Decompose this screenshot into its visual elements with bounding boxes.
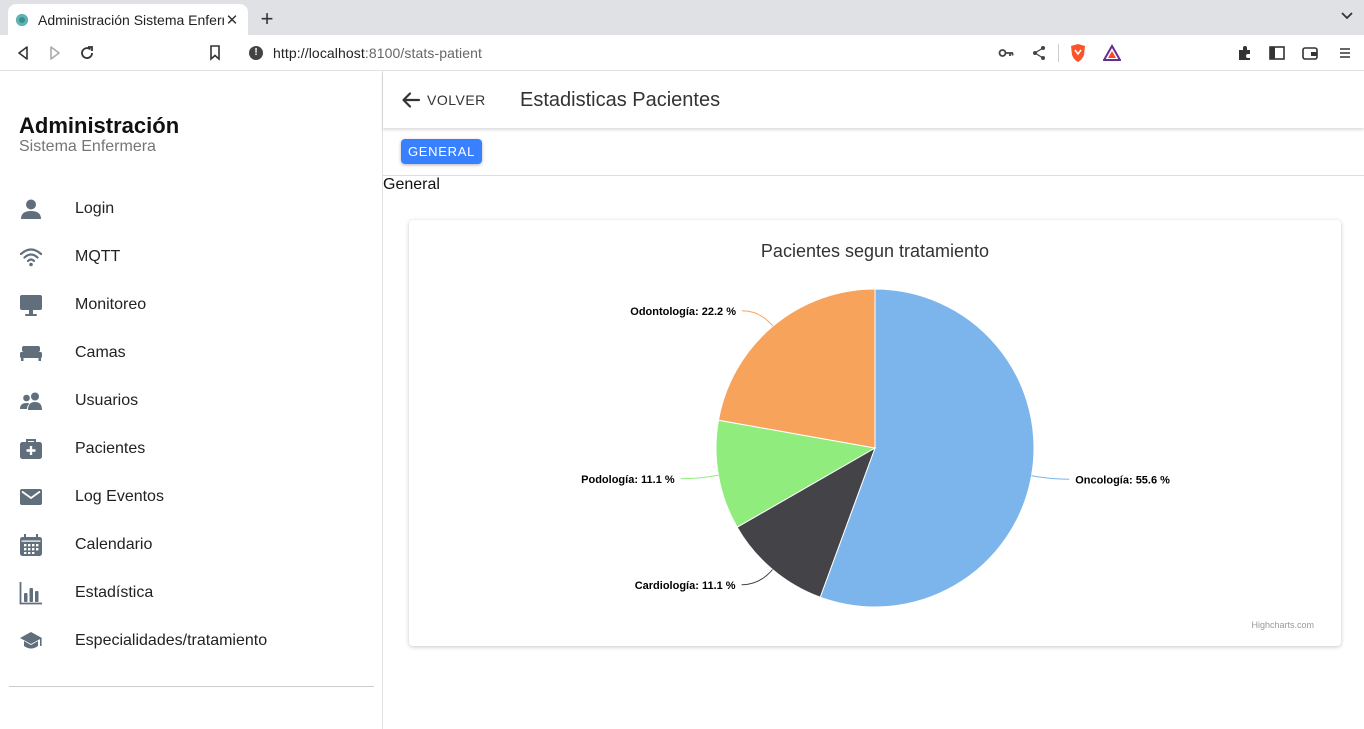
sidebar-item-label: MQTT: [75, 248, 121, 265]
chart-title: Pacientes segun tratamiento: [761, 241, 989, 261]
browser-toolbar: ! http://localhost:8100/stats-patient: [0, 35, 1364, 71]
person-icon: [21, 199, 41, 219]
sidebar-item-usuarios[interactable]: Usuarios: [0, 377, 382, 425]
connector-oncologia: [1031, 475, 1070, 480]
sidebar-item-pacientes[interactable]: Pacientes: [0, 425, 382, 473]
chart-credits[interactable]: Highcharts.com: [1251, 620, 1314, 630]
stats-chart-icon: [19, 582, 42, 605]
bookmark-icon[interactable]: [205, 43, 225, 63]
pie-chart: Pacientes segun tratamiento Oncología: 5…: [581, 241, 1314, 630]
brave-shields-icon[interactable]: [1069, 43, 1087, 68]
page-header: VOLVER Estadisticas Pacientes: [383, 71, 1364, 128]
sidebar-item-mqtt[interactable]: MQTT: [0, 233, 382, 281]
address-bar[interactable]: ! http://localhost:8100/stats-patient: [238, 38, 1130, 68]
sidebar-item-camas[interactable]: Camas: [0, 329, 382, 377]
menu-icon[interactable]: [1335, 43, 1355, 63]
section-label: General: [383, 176, 440, 193]
side-menu: Administración Sistema Enfermera Login M…: [0, 71, 383, 729]
menu-title: Administración: [19, 113, 180, 138]
sidebar-item-estadistica[interactable]: Estadística: [0, 569, 382, 617]
sidebar-item-log-eventos[interactable]: Log Eventos: [0, 473, 382, 521]
forward-nav-icon[interactable]: [45, 43, 65, 63]
wifi-icon: [19, 248, 43, 267]
browser-tabstrip: Administración Sistema Enfermera ✕ +: [0, 0, 1364, 35]
sidebar-item-monitoreo[interactable]: Monitoreo: [0, 281, 382, 329]
back-button[interactable]: VOLVER: [401, 88, 486, 112]
reload-icon[interactable]: [77, 43, 97, 63]
close-tab-icon[interactable]: ✕: [224, 11, 240, 29]
browser-tab[interactable]: Administración Sistema Enfermera ✕: [8, 4, 248, 35]
sidebar-item-label: Monitoreo: [75, 296, 147, 313]
sidebar-item-label: Usuarios: [75, 392, 139, 409]
sidebar-item-label: Especialidades/tratamiento: [75, 632, 268, 649]
medkit-icon: [20, 439, 42, 459]
new-tab-button[interactable]: +: [256, 6, 278, 32]
back-nav-icon[interactable]: [13, 43, 33, 63]
segment-toolbar: GENERAL: [383, 128, 1364, 176]
data-label-podologia: Podología: 11.1 %: [581, 474, 675, 486]
sidebar-item-label: Calendario: [75, 536, 153, 553]
wallet-icon[interactable]: [1300, 43, 1320, 63]
mail-icon: [20, 489, 42, 505]
data-label-cardiologia: Cardiología: 11.1 %: [635, 580, 736, 592]
connector-odontologia: [741, 310, 774, 327]
favicon-icon: [16, 13, 28, 26]
page-title: Estadisticas Pacientes: [520, 89, 721, 111]
site-info-icon[interactable]: !: [249, 46, 263, 60]
data-label-oncologia: Oncología: 55.6 %: [1075, 474, 1170, 486]
people-icon: [20, 392, 42, 410]
sidebar-item-login[interactable]: Login: [0, 185, 382, 233]
tab-title: Administración Sistema Enfermera: [38, 11, 224, 28]
sidebar-item-especialidades[interactable]: Especialidades/tratamiento: [0, 617, 382, 665]
chevron-down-icon[interactable]: [1340, 8, 1354, 22]
connector-podologia: [680, 474, 719, 480]
menu-subtitle: Sistema Enfermera: [19, 138, 156, 155]
sidebar-item-label: Estadística: [75, 584, 154, 601]
calendar-icon: [20, 534, 42, 556]
sidebar-item-calendario[interactable]: Calendario: [0, 521, 382, 569]
data-label-odontologia: Odontología: 22.2 %: [630, 306, 736, 318]
connector-cardiologia: [741, 569, 773, 586]
sidebar-divider: [9, 686, 374, 687]
sidebar-item-label: Login: [75, 200, 115, 217]
general-segment-button[interactable]: GENERAL: [401, 139, 483, 164]
desktop-icon: [20, 295, 42, 316]
brave-rewards-icon[interactable]: [1102, 43, 1122, 67]
pie-slice-odontologia[interactable]: [717, 288, 876, 449]
school-icon: [20, 632, 42, 649]
share-icon[interactable]: [1031, 45, 1047, 66]
bed-icon: [20, 346, 42, 361]
arrow-back-icon: [402, 92, 421, 108]
url-divider: [1058, 44, 1059, 62]
main-content: VOLVER Estadisticas Pacientes GENERAL Ge…: [383, 71, 1364, 729]
sidebar-toggle-icon[interactable]: [1267, 43, 1287, 63]
sidebar-item-label: Pacientes: [75, 440, 146, 457]
key-icon[interactable]: [998, 45, 1014, 66]
url-text: http://localhost:8100/stats-patient: [273, 45, 482, 61]
back-button-label: VOLVER: [427, 92, 486, 108]
sidebar-item-label: Camas: [75, 344, 126, 361]
extensions-icon[interactable]: [1235, 43, 1255, 63]
chart-card: Pacientes segun tratamiento Oncología: 5…: [409, 220, 1341, 646]
sidebar-item-label: Log Eventos: [75, 488, 164, 505]
